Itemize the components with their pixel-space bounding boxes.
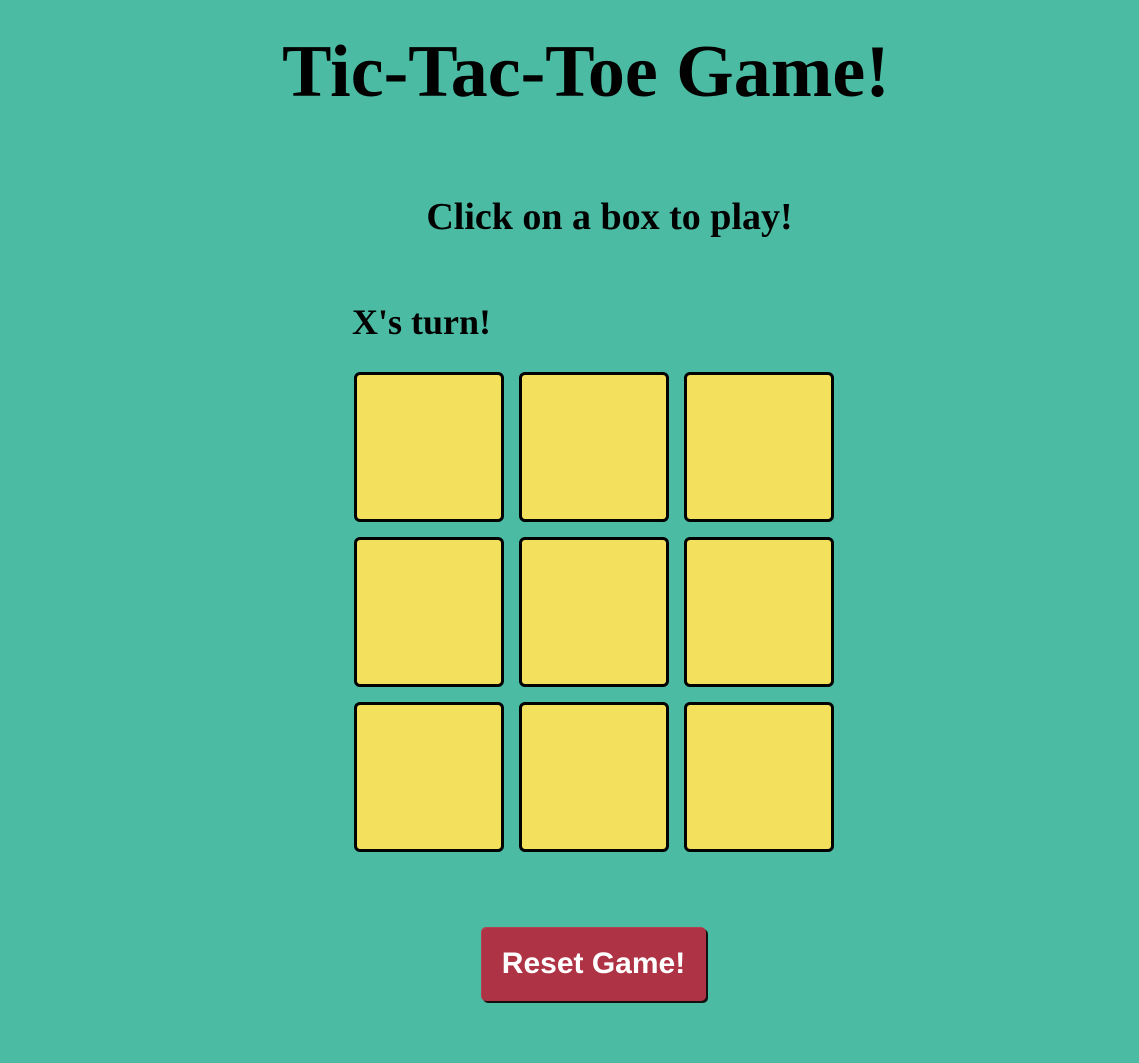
game-board (354, 372, 834, 852)
board-cell-3[interactable] (684, 372, 834, 522)
turn-status: X's turn! (352, 302, 492, 342)
board-cell-2[interactable] (519, 372, 669, 522)
board-cell-4[interactable] (354, 537, 504, 687)
board-cell-1[interactable] (354, 372, 504, 522)
board-cell-5[interactable] (519, 537, 669, 687)
play-instruction: Click on a box to play! (426, 196, 793, 238)
board-cell-9[interactable] (684, 702, 834, 852)
reset-game-button[interactable]: Reset Game! (481, 927, 706, 1001)
game-title: Tic-Tac-Toe Game! (282, 31, 890, 113)
board-cell-8[interactable] (519, 702, 669, 852)
board-cell-7[interactable] (354, 702, 504, 852)
board-cell-6[interactable] (684, 537, 834, 687)
